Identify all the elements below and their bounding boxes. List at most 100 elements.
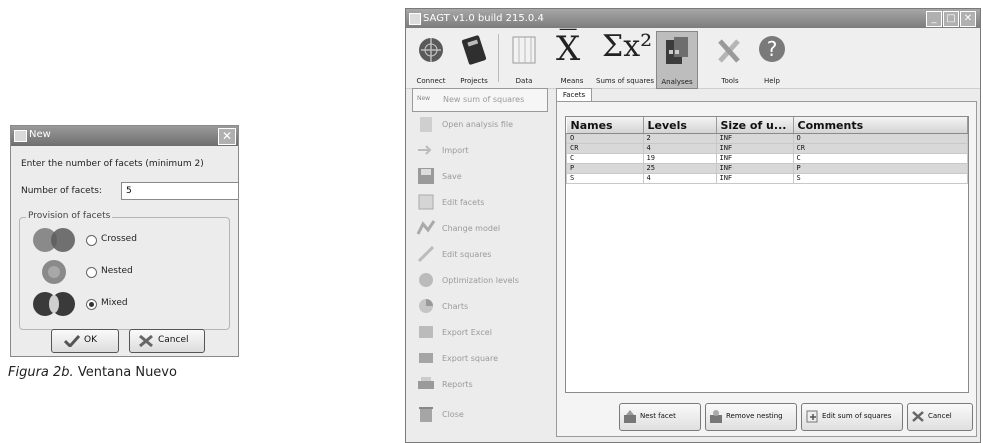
nest-facet-button[interactable]: Nest facet — [619, 403, 701, 431]
cell[interactable]: INF — [715, 173, 794, 184]
save-disk-icon — [418, 168, 434, 184]
table-row[interactable]: S 4 INF S — [566, 173, 968, 184]
nest-facet-label: Nest facet — [640, 412, 676, 420]
edit-sum-of-squares-button[interactable]: Edit sum of squares — [801, 403, 903, 431]
side-open-analysis-file[interactable]: Open analysis file — [412, 114, 546, 136]
mixed-label: Mixed — [101, 298, 128, 308]
side-edit-squares[interactable]: Edit squares — [412, 244, 546, 266]
side-label: Export square — [442, 354, 498, 363]
connect-globe-icon — [419, 38, 443, 62]
table-row[interactable]: CR 4 INF CR — [566, 143, 968, 154]
remove-nesting-button[interactable]: Remove nesting — [705, 403, 797, 431]
side-reports[interactable]: Reports — [412, 374, 546, 396]
minimize-icon[interactable]: _ — [926, 11, 942, 27]
table-row[interactable]: O 2 INF O — [566, 133, 968, 144]
cell[interactable]: C — [566, 153, 644, 164]
cell[interactable]: CR — [792, 143, 968, 154]
export-excel-icon — [419, 326, 433, 338]
toolbar-data[interactable]: Data — [502, 31, 546, 87]
mixed-venn-icon — [33, 292, 75, 316]
side-label: New sum of squares — [443, 95, 525, 104]
side-new-sum-of-squares[interactable]: New New sum of squares — [412, 88, 548, 112]
nest-facet-icon — [624, 410, 636, 423]
cell[interactable]: 25 — [642, 163, 717, 174]
cell[interactable]: INF — [715, 153, 794, 164]
svg-text:?: ? — [767, 37, 778, 61]
side-edit-facets[interactable]: Edit facets — [412, 192, 546, 214]
main-toolbar: Connect Projects Data X̅ Means Σx² Sums … — [406, 28, 980, 89]
toolbar-connect[interactable]: Connect — [410, 31, 452, 87]
change-model-icon — [416, 220, 436, 235]
side-export-square[interactable]: Export square — [412, 348, 546, 370]
table-row[interactable]: P 25 INF P — [566, 163, 968, 174]
cancel-x-icon — [139, 334, 153, 348]
export-square-icon — [419, 353, 433, 363]
cancel-button[interactable]: Cancel — [907, 403, 973, 431]
side-save[interactable]: Save — [412, 166, 546, 188]
toolbar-means[interactable]: X̅ Means — [550, 29, 594, 87]
toolbar-tools[interactable]: Tools — [708, 31, 752, 87]
toolbar-analyses[interactable]: Analyses — [656, 31, 698, 89]
column-header-levels[interactable]: Levels — [643, 117, 717, 134]
facets-input[interactable] — [121, 182, 239, 200]
side-label: Open analysis file — [442, 120, 514, 129]
cell[interactable]: INF — [715, 133, 794, 144]
cell[interactable]: 19 — [642, 153, 717, 164]
cell[interactable]: INF — [715, 163, 794, 174]
toolbar-help[interactable]: ? Help — [754, 31, 790, 87]
column-header-names[interactable]: Names — [566, 117, 644, 134]
optimization-icon — [419, 273, 433, 287]
cell[interactable]: 4 — [642, 173, 717, 184]
tab-facets[interactable]: Facets — [556, 88, 592, 102]
cancel-button[interactable]: Cancel — [129, 329, 205, 353]
cell[interactable]: P — [566, 163, 644, 174]
means-xbar-icon: X̅ — [556, 29, 581, 69]
cell[interactable]: INF — [715, 143, 794, 154]
close-bin-icon — [419, 407, 433, 422]
edit-squares-icon — [417, 245, 435, 263]
side-close[interactable]: Close — [412, 404, 546, 426]
cell[interactable]: S — [566, 173, 644, 184]
side-charts[interactable]: Charts — [412, 296, 546, 318]
check-icon — [64, 335, 80, 347]
toolbar-sums[interactable]: Σx² Sums of squares — [596, 29, 654, 87]
import-icon — [418, 145, 432, 155]
toolbar-projects-label: Projects — [460, 77, 488, 85]
close-icon[interactable]: ✕ — [218, 128, 236, 145]
nested-radio[interactable] — [86, 267, 97, 278]
cell[interactable]: O — [566, 133, 644, 144]
help-question-icon: ? — [759, 36, 785, 62]
cell[interactable]: 2 — [642, 133, 717, 144]
cell[interactable]: C — [792, 153, 968, 164]
cell[interactable]: O — [792, 133, 968, 144]
side-export-excel[interactable]: Export Excel — [412, 322, 546, 344]
facets-panel: Names Levels Size of u... Comments O 2 INF… — [556, 101, 977, 437]
cell[interactable]: S — [792, 173, 968, 184]
ok-button[interactable]: OK — [51, 329, 119, 353]
cell[interactable]: P — [792, 163, 968, 174]
window-title-bar[interactable]: SAGT v1.0 build 215.0.4 _ □ ✕ — [406, 9, 980, 28]
provision-group: Provision of facets Crossed Nested Mixed — [19, 211, 230, 330]
maximize-icon[interactable]: □ — [943, 11, 959, 27]
mixed-radio[interactable] — [86, 299, 97, 310]
cancel-label: Cancel — [928, 412, 952, 420]
side-change-model[interactable]: Change model — [412, 218, 546, 240]
edit-facets-icon — [418, 194, 434, 210]
side-label: Edit facets — [442, 198, 485, 207]
nested-label: Nested — [101, 266, 133, 276]
caption-figure-number: Figura 2b. — [8, 365, 74, 380]
cell[interactable]: 4 — [642, 143, 717, 154]
close-icon[interactable]: ✕ — [960, 11, 976, 27]
side-optimization-levels[interactable]: Optimization levels — [412, 270, 546, 292]
side-import[interactable]: Import — [412, 140, 546, 162]
dialog-title-bar[interactable]: New ✕ — [11, 126, 238, 146]
table-row[interactable]: C 19 INF C — [566, 153, 968, 164]
toolbar-projects[interactable]: Projects — [454, 31, 494, 87]
column-header-comments[interactable]: Comments — [793, 117, 968, 134]
edit-sum-label: Edit sum of squares — [822, 412, 892, 420]
figure-caption: Figura 2b. Ventana Nuevo — [8, 365, 177, 380]
cell[interactable]: CR — [566, 143, 644, 154]
column-header-size[interactable]: Size of u... — [716, 117, 794, 134]
facets-label: Number of facets: — [21, 186, 102, 196]
crossed-radio[interactable] — [86, 235, 97, 246]
